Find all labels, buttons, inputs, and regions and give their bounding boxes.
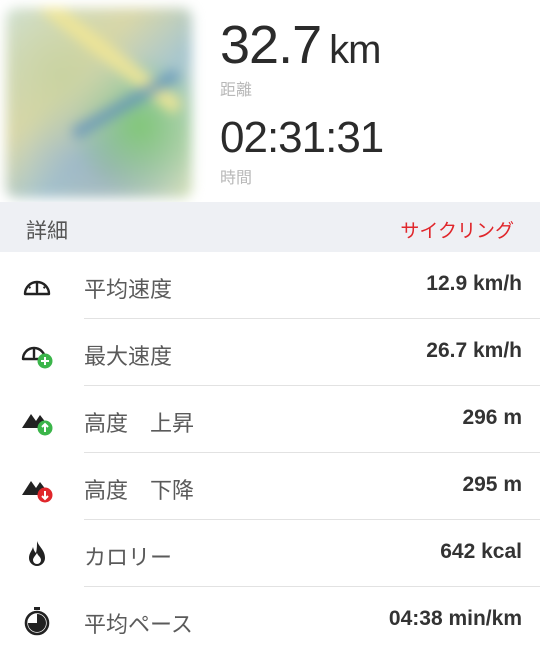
list-item-elevation-gain: 高度 上昇 296 m [0, 386, 540, 453]
activity-type[interactable]: サイクリング [400, 216, 514, 243]
row-label: カロリー [84, 545, 173, 570]
activity-summary: 32.7 km 距離 02:31:31 時間 [0, 0, 540, 202]
elevation-up-icon [20, 404, 54, 436]
row-label: 平均ペース [84, 612, 193, 637]
distance-number: 32.7 [220, 15, 322, 75]
distance-label: 距離 [220, 82, 253, 99]
list-item-elevation-loss: 高度 下降 295 m [0, 453, 540, 520]
row-value: 12.9 km/h [426, 272, 522, 295]
distance-unit: km [329, 28, 381, 72]
row-label: 最大速度 [84, 344, 173, 369]
list-item-average-speed: 平均速度 12.9 km/h [0, 252, 540, 319]
duration-stat: 02:31:31 時間 [220, 113, 384, 188]
row-value: 642 kcal [440, 540, 522, 563]
row-value: 295 m [462, 473, 522, 496]
speedometer-icon [20, 270, 54, 302]
duration-label: 時間 [220, 170, 253, 187]
row-value: 296 m [462, 406, 522, 429]
max-speed-icon [20, 337, 54, 369]
list-item-max-speed: 最大速度 26.7 km/h [0, 319, 540, 386]
details-title: 詳細 [26, 220, 68, 243]
details-header: 詳細 サイクリング [0, 202, 540, 252]
row-label: 平均速度 [84, 277, 173, 302]
list-item-calories: カロリー 642 kcal [0, 520, 540, 587]
distance-value: 32.7 km [220, 15, 381, 75]
row-label: 高度 上昇 [84, 411, 195, 436]
list-item-average-pace: 平均ペース 04:38 min/km [0, 587, 540, 654]
distance-stat: 32.7 km 距離 [220, 15, 381, 100]
route-map-thumbnail[interactable] [6, 8, 192, 198]
details-list: 平均速度 12.9 km/h 最大速度 26.7 km/h 高度 上昇 296 … [0, 252, 540, 654]
flame-icon [20, 538, 54, 570]
row-value: 26.7 km/h [426, 339, 522, 362]
row-label: 高度 下降 [84, 478, 195, 503]
elevation-down-icon [20, 471, 54, 503]
row-value: 04:38 min/km [388, 607, 522, 630]
duration-value: 02:31:31 [220, 113, 384, 162]
stopwatch-icon [20, 605, 54, 637]
